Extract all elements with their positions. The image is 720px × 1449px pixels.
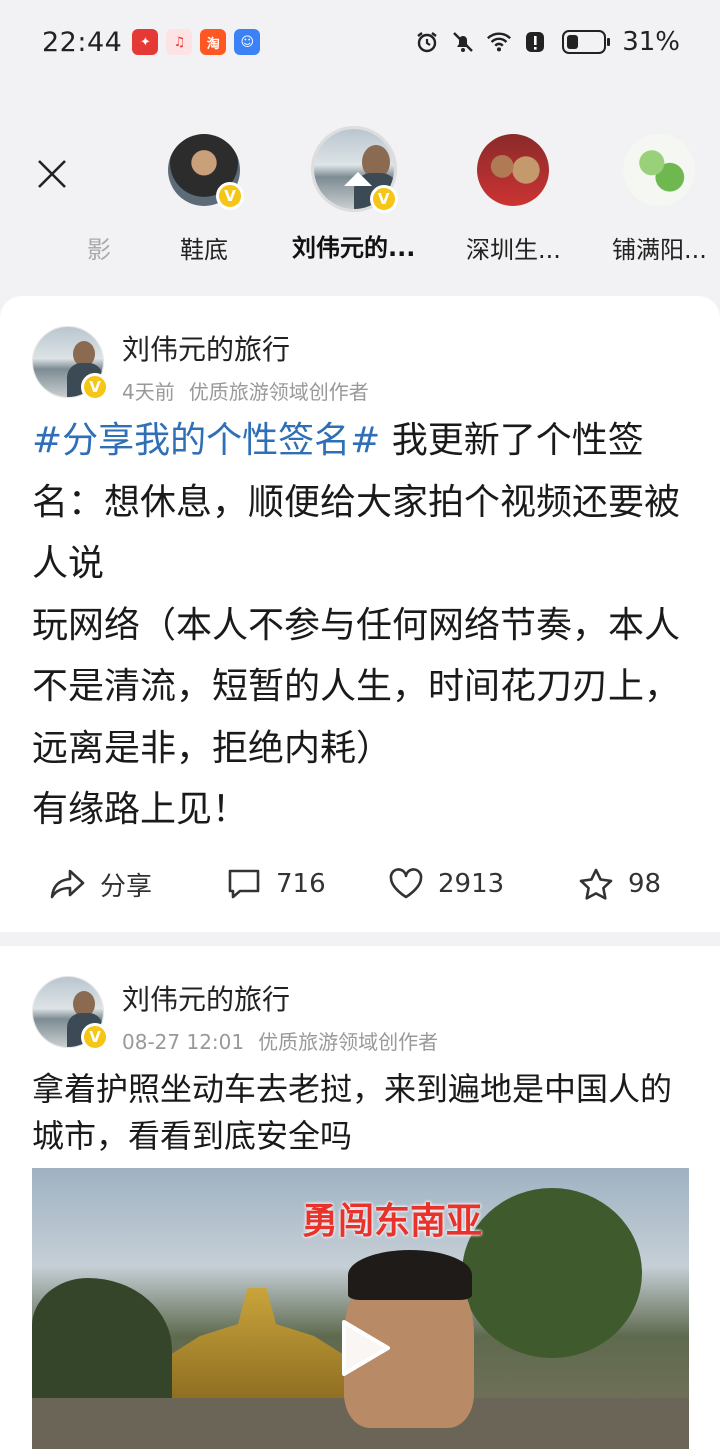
- story-item[interactable]: 深圳生...: [466, 110, 561, 265]
- alert-icon: [522, 29, 548, 55]
- star-icon: [579, 868, 613, 900]
- close-button[interactable]: [28, 150, 76, 198]
- story-label: 刘伟元的...: [292, 234, 416, 262]
- story-item[interactable]: 铺满阳...: [612, 110, 707, 265]
- favorite-count: 98: [628, 869, 662, 899]
- avatar: V: [310, 126, 398, 213]
- battery-percent: 31%: [622, 27, 680, 57]
- stories-row: 影 V 鞋底 V 刘伟元的... 深圳生... 铺满阳...: [0, 110, 720, 295]
- video-title: 勇闯东南亚: [302, 1201, 483, 1242]
- avatar[interactable]: V: [32, 976, 109, 1051]
- post-time: 08-27 12:01: [122, 1030, 245, 1054]
- author-row[interactable]: V 刘伟元的旅行 08-27 12:01 优质旅游领域创作者: [32, 976, 438, 1055]
- music-notification-icon: ♫: [166, 29, 193, 55]
- wifi-icon: [486, 29, 512, 55]
- avatar: [623, 134, 696, 206]
- hill-image: [32, 1278, 172, 1398]
- avatar: V: [168, 134, 244, 210]
- story-item-active[interactable]: V 刘伟元的...: [292, 110, 415, 263]
- author-name[interactable]: 刘伟元的旅行: [122, 328, 369, 368]
- story-label: 鞋底: [180, 236, 228, 264]
- tree-image: [462, 1188, 642, 1358]
- author-tag: 优质旅游领域创作者: [258, 1030, 439, 1054]
- story-label: 影: [87, 236, 111, 264]
- play-icon[interactable]: [332, 1318, 392, 1378]
- video-thumbnail[interactable]: 勇闯东南亚: [32, 1168, 689, 1449]
- like-button[interactable]: 2913: [388, 868, 504, 900]
- share-label: 分享: [100, 871, 153, 902]
- post-meta: 4天前 优质旅游领域创作者: [122, 376, 369, 405]
- battery-icon: [562, 30, 611, 54]
- story-label: 深圳生...: [466, 236, 561, 264]
- post-text: #分享我的个性签名# 我更新了个性签名：想休息，顺便给大家拍个视频还要被人说 玩…: [32, 410, 692, 841]
- author-tag: 优质旅游领域创作者: [188, 380, 369, 404]
- favorite-button[interactable]: 98: [578, 867, 661, 901]
- avatar[interactable]: V: [32, 326, 109, 401]
- verified-icon: V: [81, 1023, 109, 1051]
- comment-icon: [228, 869, 260, 899]
- share-button[interactable]: 分享: [50, 866, 152, 903]
- post-time: 4天前: [122, 380, 175, 404]
- close-icon: [38, 160, 66, 188]
- action-bar: 分享 716 2913 98: [0, 856, 720, 912]
- verified-icon: V: [216, 182, 244, 210]
- share-icon: [50, 869, 85, 899]
- hair-image: [348, 1250, 472, 1300]
- mute-icon: [450, 29, 476, 55]
- comment-button[interactable]: 716: [226, 867, 326, 901]
- post-meta: 08-27 12:01 优质旅游领域创作者: [122, 1026, 438, 1055]
- notification-icons: ✦ ♫ 淘 ☺: [132, 29, 261, 55]
- taobao-notification-icon: 淘: [200, 29, 227, 55]
- verified-icon: V: [369, 185, 398, 213]
- author-row[interactable]: V 刘伟元的旅行 4天前 优质旅游领域创作者: [32, 326, 369, 405]
- avatar: [477, 134, 550, 206]
- verified-icon: V: [81, 373, 109, 401]
- active-story-pointer: [344, 172, 372, 186]
- status-time: 22:44: [42, 26, 123, 58]
- post-card[interactable]: V 刘伟元的旅行 4天前 优质旅游领域创作者 #分享我的个性签名# 我更新了个性签…: [0, 296, 720, 932]
- author-name[interactable]: 刘伟元的旅行: [122, 978, 438, 1018]
- post-text: 拿着护照坐动车去老挝，来到遍地是中国人的城市，看看到底安全吗: [32, 1070, 673, 1155]
- hashtag-link[interactable]: #分享我的个性签名#: [32, 420, 380, 461]
- story-item[interactable]: 影: [84, 110, 114, 265]
- status-bar: 22:44 ✦ ♫ 淘 ☺ 31%: [0, 0, 720, 84]
- pagoda-image: [162, 1288, 352, 1408]
- app-notification-icon: ✦: [132, 29, 159, 55]
- post-card[interactable]: V 刘伟元的旅行 08-27 12:01 优质旅游领域创作者 拿着护照坐动车去老挝…: [0, 946, 720, 1449]
- comment-count: 716: [276, 869, 326, 899]
- story-item[interactable]: V 鞋底: [168, 110, 244, 265]
- heart-icon: [389, 868, 423, 899]
- post-body: 我更新了个性签名：想休息，顺便给大家拍个视频还要被人说 玩网络（本人不参与任何网…: [32, 420, 681, 830]
- alarm-icon: [414, 29, 440, 55]
- like-count: 2913: [438, 869, 505, 899]
- chat-notification-icon: ☺: [234, 29, 261, 55]
- story-label: 铺满阳...: [612, 236, 707, 264]
